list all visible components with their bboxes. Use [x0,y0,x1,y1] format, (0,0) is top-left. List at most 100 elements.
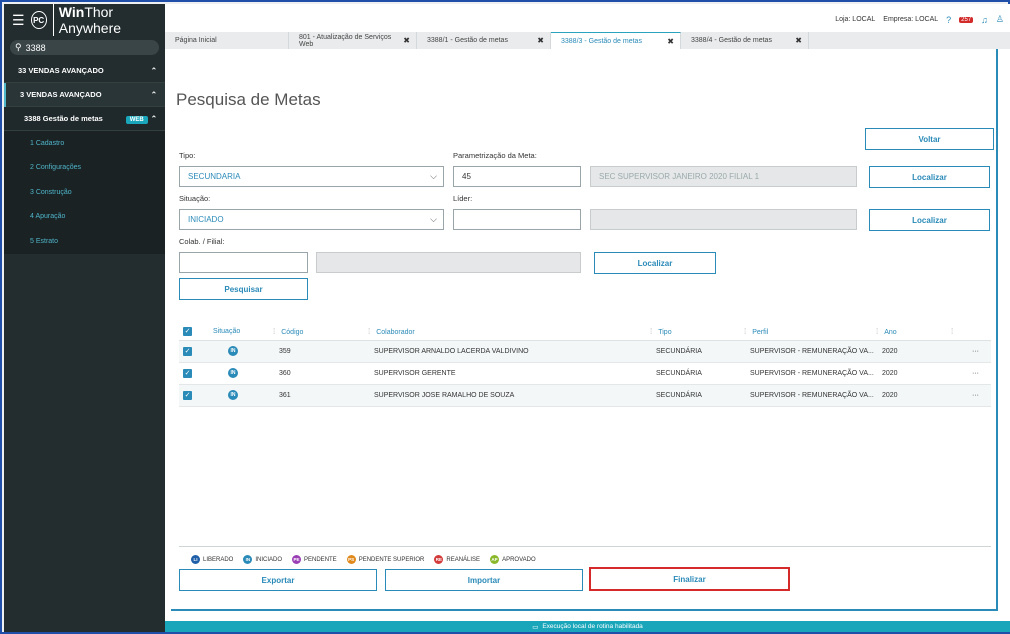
close-icon[interactable]: ✖ [537,36,544,45]
row-checkbox[interactable]: ✓ [183,390,192,400]
hamburger-menu-icon[interactable]: ☰ [12,12,25,29]
brand-bar: ☰ PC WinThor Anywhere [4,4,165,36]
cell-colaborador: SUPERVISOR ARNALDO LACERDA VALDIVINO [368,340,650,363]
legend-aprovado: AP APROVADO [490,555,536,564]
sidebar-item-3-vendas[interactable]: 3 VENDAS AVANÇADO ⌃ [4,82,165,107]
chevron-up-icon: ⌃ [150,90,157,99]
cell-tipo: SECUNDÁRIA [650,340,744,363]
legend-iniciado-icon: IN [243,555,253,564]
legend-label: REANÁLISE [446,556,481,563]
bell-icon[interactable]: ♫ [981,15,988,25]
tab-label: 801 - Atualização de Serviços Web [299,33,392,48]
tab-3388-3[interactable]: 3388/3 - Gestão de metas ✖ [551,32,681,49]
importar-button[interactable]: Importar [385,569,583,591]
localizar-lider-button[interactable]: Localizar [869,209,990,231]
chevron-up-icon: ⌃ [150,66,157,75]
situacao-select[interactable]: INICIADO ⌵ [179,209,444,230]
legend-liberado: LI LIBERADO [191,555,233,564]
status-iniciado-icon: IN [228,346,238,356]
close-icon[interactable]: ✖ [403,36,410,45]
row-more-icon[interactable]: ··· [951,362,991,385]
column-separator: ⁞ [744,327,747,337]
header-colaborador[interactable]: Colaborador [376,329,415,336]
legend-iniciado: IN INICIADO [243,555,282,564]
header-ano[interactable]: Ano [884,329,896,336]
pesquisar-button[interactable]: Pesquisar [179,278,308,300]
lider-label: Líder: [453,194,473,203]
legend-label: LIBERADO [203,556,234,563]
tipo-label: Tipo: [179,151,196,160]
search-value: 3388 [25,42,46,53]
voltar-button[interactable]: Voltar [865,128,994,150]
lider-input[interactable] [453,209,581,230]
row-checkbox[interactable]: ✓ [183,346,192,356]
finalizar-button[interactable]: Finalizar [589,567,790,591]
tab-801[interactable]: 801 - Atualização de Serviços Web ✖ [289,32,417,49]
table-row[interactable]: ✓ IN 359 SUPERVISOR ARNALDO LACERDA VALD… [179,340,991,363]
exportar-button[interactable]: Exportar [179,569,377,591]
active-marker [4,82,6,107]
status-iniciado-icon: IN [228,390,238,400]
header-situacao[interactable]: Situação [213,328,240,335]
table-row[interactable]: ✓ IN 360 SUPERVISOR GERENTE SECUNDÁRIA S… [179,362,991,385]
localizar-meta-button[interactable]: Localizar [869,166,990,188]
situacao-label: Situação: [179,194,211,203]
cell-perfil: SUPERVISOR - REMUNERAÇÃO VA... [744,340,876,363]
cell-codigo: 360 [273,362,368,385]
cell-codigo: 359 [273,340,368,363]
select-all-checkbox[interactable]: ✓ [183,327,192,337]
sidebar-item-label: 33 VENDAS AVANÇADO [18,66,104,75]
divider [179,546,991,547]
monitor-icon: ▭ [532,623,539,631]
header-perfil[interactable]: Perfil [752,329,768,336]
legend-pendente-superior: PS PENDENTE SUPERIOR [346,555,424,564]
chevron-down-icon: ⌵ [430,171,437,181]
cell-ano: 2020 [876,384,951,407]
legend-reanalise: RE REANÁLISE [434,555,480,564]
sidebar-subitem-configuracoes[interactable]: 2 Configurações [4,155,165,180]
user-icon[interactable]: ♙ [996,14,1004,25]
status-text: Execução local de rotina habilitada [542,623,643,630]
loja-label: Loja: LOCAL [835,16,876,23]
sidebar-item-33-vendas[interactable]: 33 VENDAS AVANÇADO ⌃ [4,59,165,83]
column-separator: ⁞ [650,327,653,337]
localizar-colab-button[interactable]: Localizar [594,252,716,274]
header-codigo[interactable]: Código [281,329,303,336]
table-row[interactable]: ✓ IN 361 SUPERVISOR JOSE RAMALHO DE SOUZ… [179,384,991,407]
sidebar-item-label: 3 VENDAS AVANÇADO [20,90,102,99]
cell-colaborador: SUPERVISOR JOSE RAMALHO DE SOUZA [368,384,650,407]
app-title: WinThor Anywhere [52,4,165,36]
tab-3388-4[interactable]: 3388/4 - Gestão de metas ✖ [681,32,809,49]
sidebar-item-3388[interactable]: 3388 Gestão de metas WEB ⌃ [4,107,165,131]
help-icon[interactable]: ? [946,15,951,25]
sidebar-search-input[interactable]: ⚲ 3388 [10,40,159,55]
row-checkbox[interactable]: ✓ [183,368,192,378]
tipo-select[interactable]: SECUNDARIA ⌵ [179,166,444,187]
status-legend: LI LIBERADO IN INICIADO PE PENDENTE PS PENDE… [191,555,536,564]
top-right-info: Loja: LOCAL Empresa: LOCAL ? 257 ♫ ♙ [835,14,1004,25]
sidebar-subitem-construcao[interactable]: 3 Construção [4,180,165,205]
tipo-value: SECUNDARIA [188,172,241,181]
row-more-icon[interactable]: ··· [951,340,991,363]
sidebar-subitem-cadastro[interactable]: 1 Cadastro [4,131,165,156]
tab-pagina-inicial[interactable]: Página Inicial [165,32,289,49]
chevron-down-icon: ⌵ [430,214,437,224]
cell-perfil: SUPERVISOR - REMUNERAÇÃO VA... [744,362,876,385]
search-icon: ⚲ [15,42,22,52]
header-tipo[interactable]: Tipo [658,329,671,336]
colab-filial-description [316,252,581,273]
legend-reanalise-icon: RE [434,555,444,564]
notification-count-badge[interactable]: 257 [959,16,974,23]
sidebar-item-label: 3388 Gestão de metas [24,114,103,123]
sidebar-subitem-estrato[interactable]: 5 Estrato [4,229,165,254]
close-icon[interactable]: ✖ [667,37,674,46]
sidebar-subitem-apuracao[interactable]: 4 Apuração [4,204,165,229]
tab-3388-1[interactable]: 3388/1 - Gestão de metas ✖ [417,32,551,49]
main-content: Pesquisa de Metas Voltar Tipo: SECUNDARI… [165,49,1010,621]
colab-filial-input[interactable] [179,252,308,273]
parametrizacao-input[interactable]: 45 [453,166,581,187]
column-separator: ⁞ [951,327,954,337]
close-icon[interactable]: ✖ [795,36,802,45]
cell-codigo: 361 [273,384,368,407]
row-more-icon[interactable]: ··· [951,384,991,407]
